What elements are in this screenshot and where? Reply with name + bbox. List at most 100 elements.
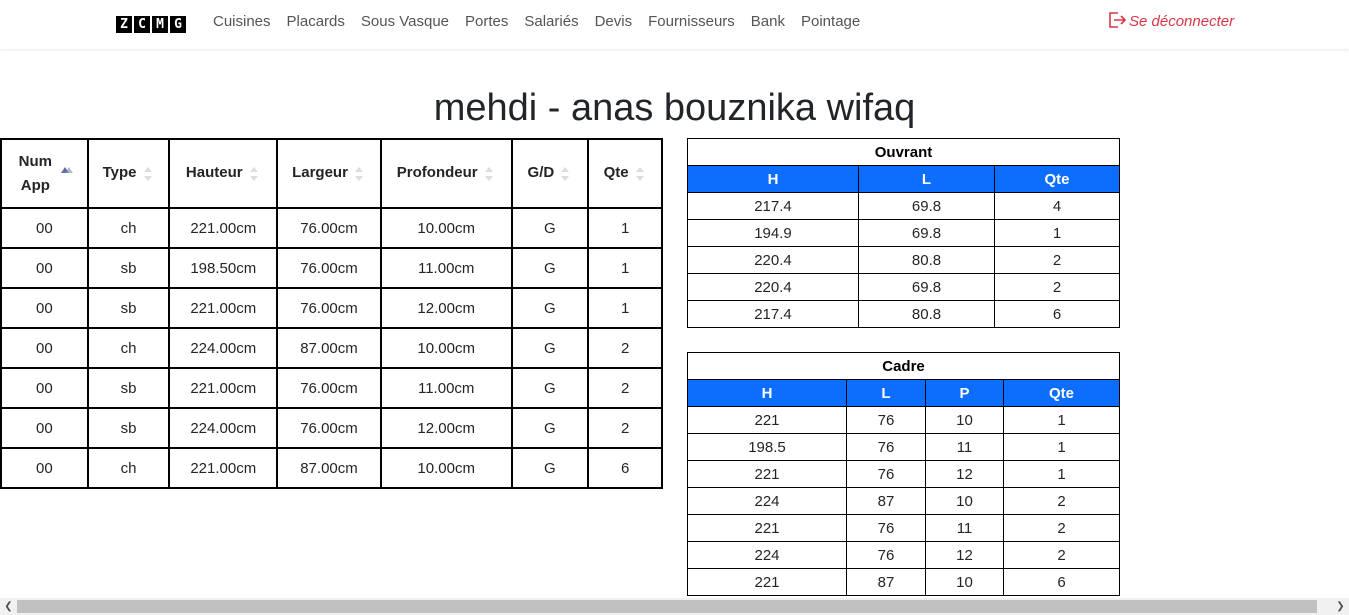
column-label: Num App bbox=[18, 152, 53, 194]
cadre-row: 198.5 76 11 1 bbox=[687, 433, 1120, 461]
table-cell: 224.00cm bbox=[168, 407, 279, 449]
sort-icon bbox=[354, 166, 363, 181]
nav-link-pointage[interactable]: Pointage bbox=[793, 12, 868, 32]
table-cell: 1 bbox=[1003, 433, 1120, 461]
table-cell: 2 bbox=[1003, 541, 1120, 569]
table-cell: 76 bbox=[846, 541, 926, 569]
table-cell: 220.4 bbox=[687, 246, 859, 274]
table-cell: 10.00cm bbox=[379, 207, 513, 249]
table-cell: ch bbox=[86, 327, 171, 369]
nav-link-portes[interactable]: Portes bbox=[457, 12, 516, 32]
top-navbar: Z C M G Cuisines Placards Sous Vasque Po… bbox=[0, 0, 1349, 49]
table-cell: 1 bbox=[1003, 406, 1120, 434]
nav-link-fournisseurs[interactable]: Fournisseurs bbox=[640, 12, 743, 32]
cadre-row: 221 76 11 2 bbox=[687, 514, 1120, 542]
table-cell: 00 bbox=[0, 207, 89, 249]
table-cell: 217.4 bbox=[687, 300, 859, 328]
cadre-table: Cadre H L P Qte 221 76 10 1 198.5 76 11 1 221 76 1… bbox=[687, 352, 1120, 596]
horizontal-scrollbar[interactable]: ❮ ❯ bbox=[0, 598, 1349, 615]
nav-link-bank[interactable]: Bank bbox=[743, 12, 793, 32]
nav-link-placards[interactable]: Placards bbox=[279, 12, 353, 32]
table-cell: 00 bbox=[0, 407, 89, 449]
nav-link-cuisines[interactable]: Cuisines bbox=[205, 12, 279, 32]
table-cell: 221.00cm bbox=[168, 367, 279, 409]
table-cell: 2 bbox=[587, 367, 663, 409]
ouvrant-header-h: H bbox=[687, 165, 859, 193]
table-cell: 221.00cm bbox=[168, 447, 279, 489]
table-cell: 12 bbox=[925, 460, 1004, 488]
cadre-row: 221 76 12 1 bbox=[687, 460, 1120, 488]
table-cell: 80.8 bbox=[858, 246, 995, 274]
table-cell: 6 bbox=[587, 447, 663, 489]
table-row: 00 sb 221.00cm 76.00cm 11.00cm G 2 bbox=[0, 367, 663, 409]
ouvrant-caption: Ouvrant bbox=[687, 138, 1120, 166]
table-cell: sb bbox=[86, 247, 171, 289]
sort-icon bbox=[635, 166, 644, 181]
nav-link-salaries[interactable]: Salariés bbox=[516, 12, 586, 32]
table-cell: 12.00cm bbox=[379, 287, 513, 329]
table-cell: 2 bbox=[587, 327, 663, 369]
table-cell: 76.00cm bbox=[276, 367, 382, 409]
scroll-right-icon[interactable]: ❯ bbox=[1332, 600, 1349, 613]
table-cell: 76 bbox=[846, 433, 926, 461]
table-cell: G bbox=[510, 327, 590, 369]
page-title: mehdi - anas bouznika wifaq bbox=[433, 87, 916, 129]
ouvrant-header-row: H L Qte bbox=[687, 165, 1120, 193]
table-cell: G bbox=[510, 447, 590, 489]
scrollbar-thumb[interactable] bbox=[17, 600, 1317, 613]
table-cell: 221 bbox=[687, 406, 847, 434]
table-cell: 00 bbox=[0, 367, 89, 409]
cadre-row: 221 76 10 1 bbox=[687, 406, 1120, 434]
table-cell: 76.00cm bbox=[276, 287, 382, 329]
table-cell: 76 bbox=[846, 406, 926, 434]
cadre-caption: Cadre bbox=[687, 352, 1120, 380]
nav-link-sous-vasque[interactable]: Sous Vasque bbox=[353, 12, 457, 32]
ouvrant-row: 220.4 69.8 2 bbox=[687, 273, 1120, 301]
sort-icon bbox=[249, 166, 258, 181]
column-header-hauteur[interactable]: Hauteur bbox=[168, 138, 279, 209]
cadre-row: 224 76 12 2 bbox=[687, 541, 1120, 569]
table-cell: 6 bbox=[1003, 568, 1120, 596]
table-row: 00 sb 198.50cm 76.00cm 11.00cm G 1 bbox=[0, 247, 663, 289]
ouvrant-header-qte: Qte bbox=[994, 165, 1120, 193]
logout-icon bbox=[1109, 11, 1127, 28]
column-header-num-app[interactable]: Num App bbox=[0, 138, 89, 209]
column-header-gd[interactable]: G/D bbox=[510, 138, 590, 209]
table-cell: 221 bbox=[687, 514, 847, 542]
brand-letter: C bbox=[134, 16, 150, 33]
table-cell: 198.50cm bbox=[168, 247, 279, 289]
brand-logo[interactable]: Z C M G bbox=[116, 16, 188, 33]
table-cell: 224 bbox=[687, 541, 847, 569]
column-header-qte[interactable]: Qte bbox=[587, 138, 663, 209]
brand-letter: G bbox=[170, 16, 186, 33]
table-cell: 11.00cm bbox=[379, 367, 513, 409]
cadre-header-row: H L P Qte bbox=[687, 379, 1120, 407]
logout-button[interactable]: Se déconnecter bbox=[1107, 9, 1234, 30]
table-cell: G bbox=[510, 287, 590, 329]
table-cell: 69.8 bbox=[858, 192, 995, 220]
sort-icon bbox=[484, 166, 493, 181]
table-row: 00 ch 221.00cm 76.00cm 10.00cm G 1 bbox=[0, 207, 663, 249]
table-cell: 10.00cm bbox=[379, 447, 513, 489]
table-cell: 11 bbox=[925, 514, 1004, 542]
column-label: Type bbox=[102, 164, 137, 182]
column-header-largeur[interactable]: Largeur bbox=[276, 138, 382, 209]
table-cell: 217.4 bbox=[687, 192, 859, 220]
cadre-row: 221 87 10 6 bbox=[687, 568, 1120, 596]
table-cell: 87.00cm bbox=[276, 327, 382, 369]
table-cell: 76.00cm bbox=[276, 407, 382, 449]
column-header-type[interactable]: Type bbox=[86, 138, 171, 209]
table-cell: sb bbox=[86, 407, 171, 449]
logout-label: Se déconnecter bbox=[1129, 13, 1235, 30]
table-cell: sb bbox=[86, 367, 171, 409]
table-cell: 2 bbox=[1003, 487, 1120, 515]
table-row: 00 ch 224.00cm 87.00cm 10.00cm G 2 bbox=[0, 327, 663, 369]
table-cell: 80.8 bbox=[858, 300, 995, 328]
table-cell: 1 bbox=[994, 219, 1120, 247]
sort-icon bbox=[143, 166, 152, 181]
scroll-left-icon[interactable]: ❮ bbox=[0, 600, 17, 613]
table-cell: 2 bbox=[994, 246, 1120, 274]
table-cell: 12 bbox=[925, 541, 1004, 569]
column-header-profondeur[interactable]: Profondeur bbox=[379, 138, 513, 209]
nav-link-devis[interactable]: Devis bbox=[587, 12, 641, 32]
